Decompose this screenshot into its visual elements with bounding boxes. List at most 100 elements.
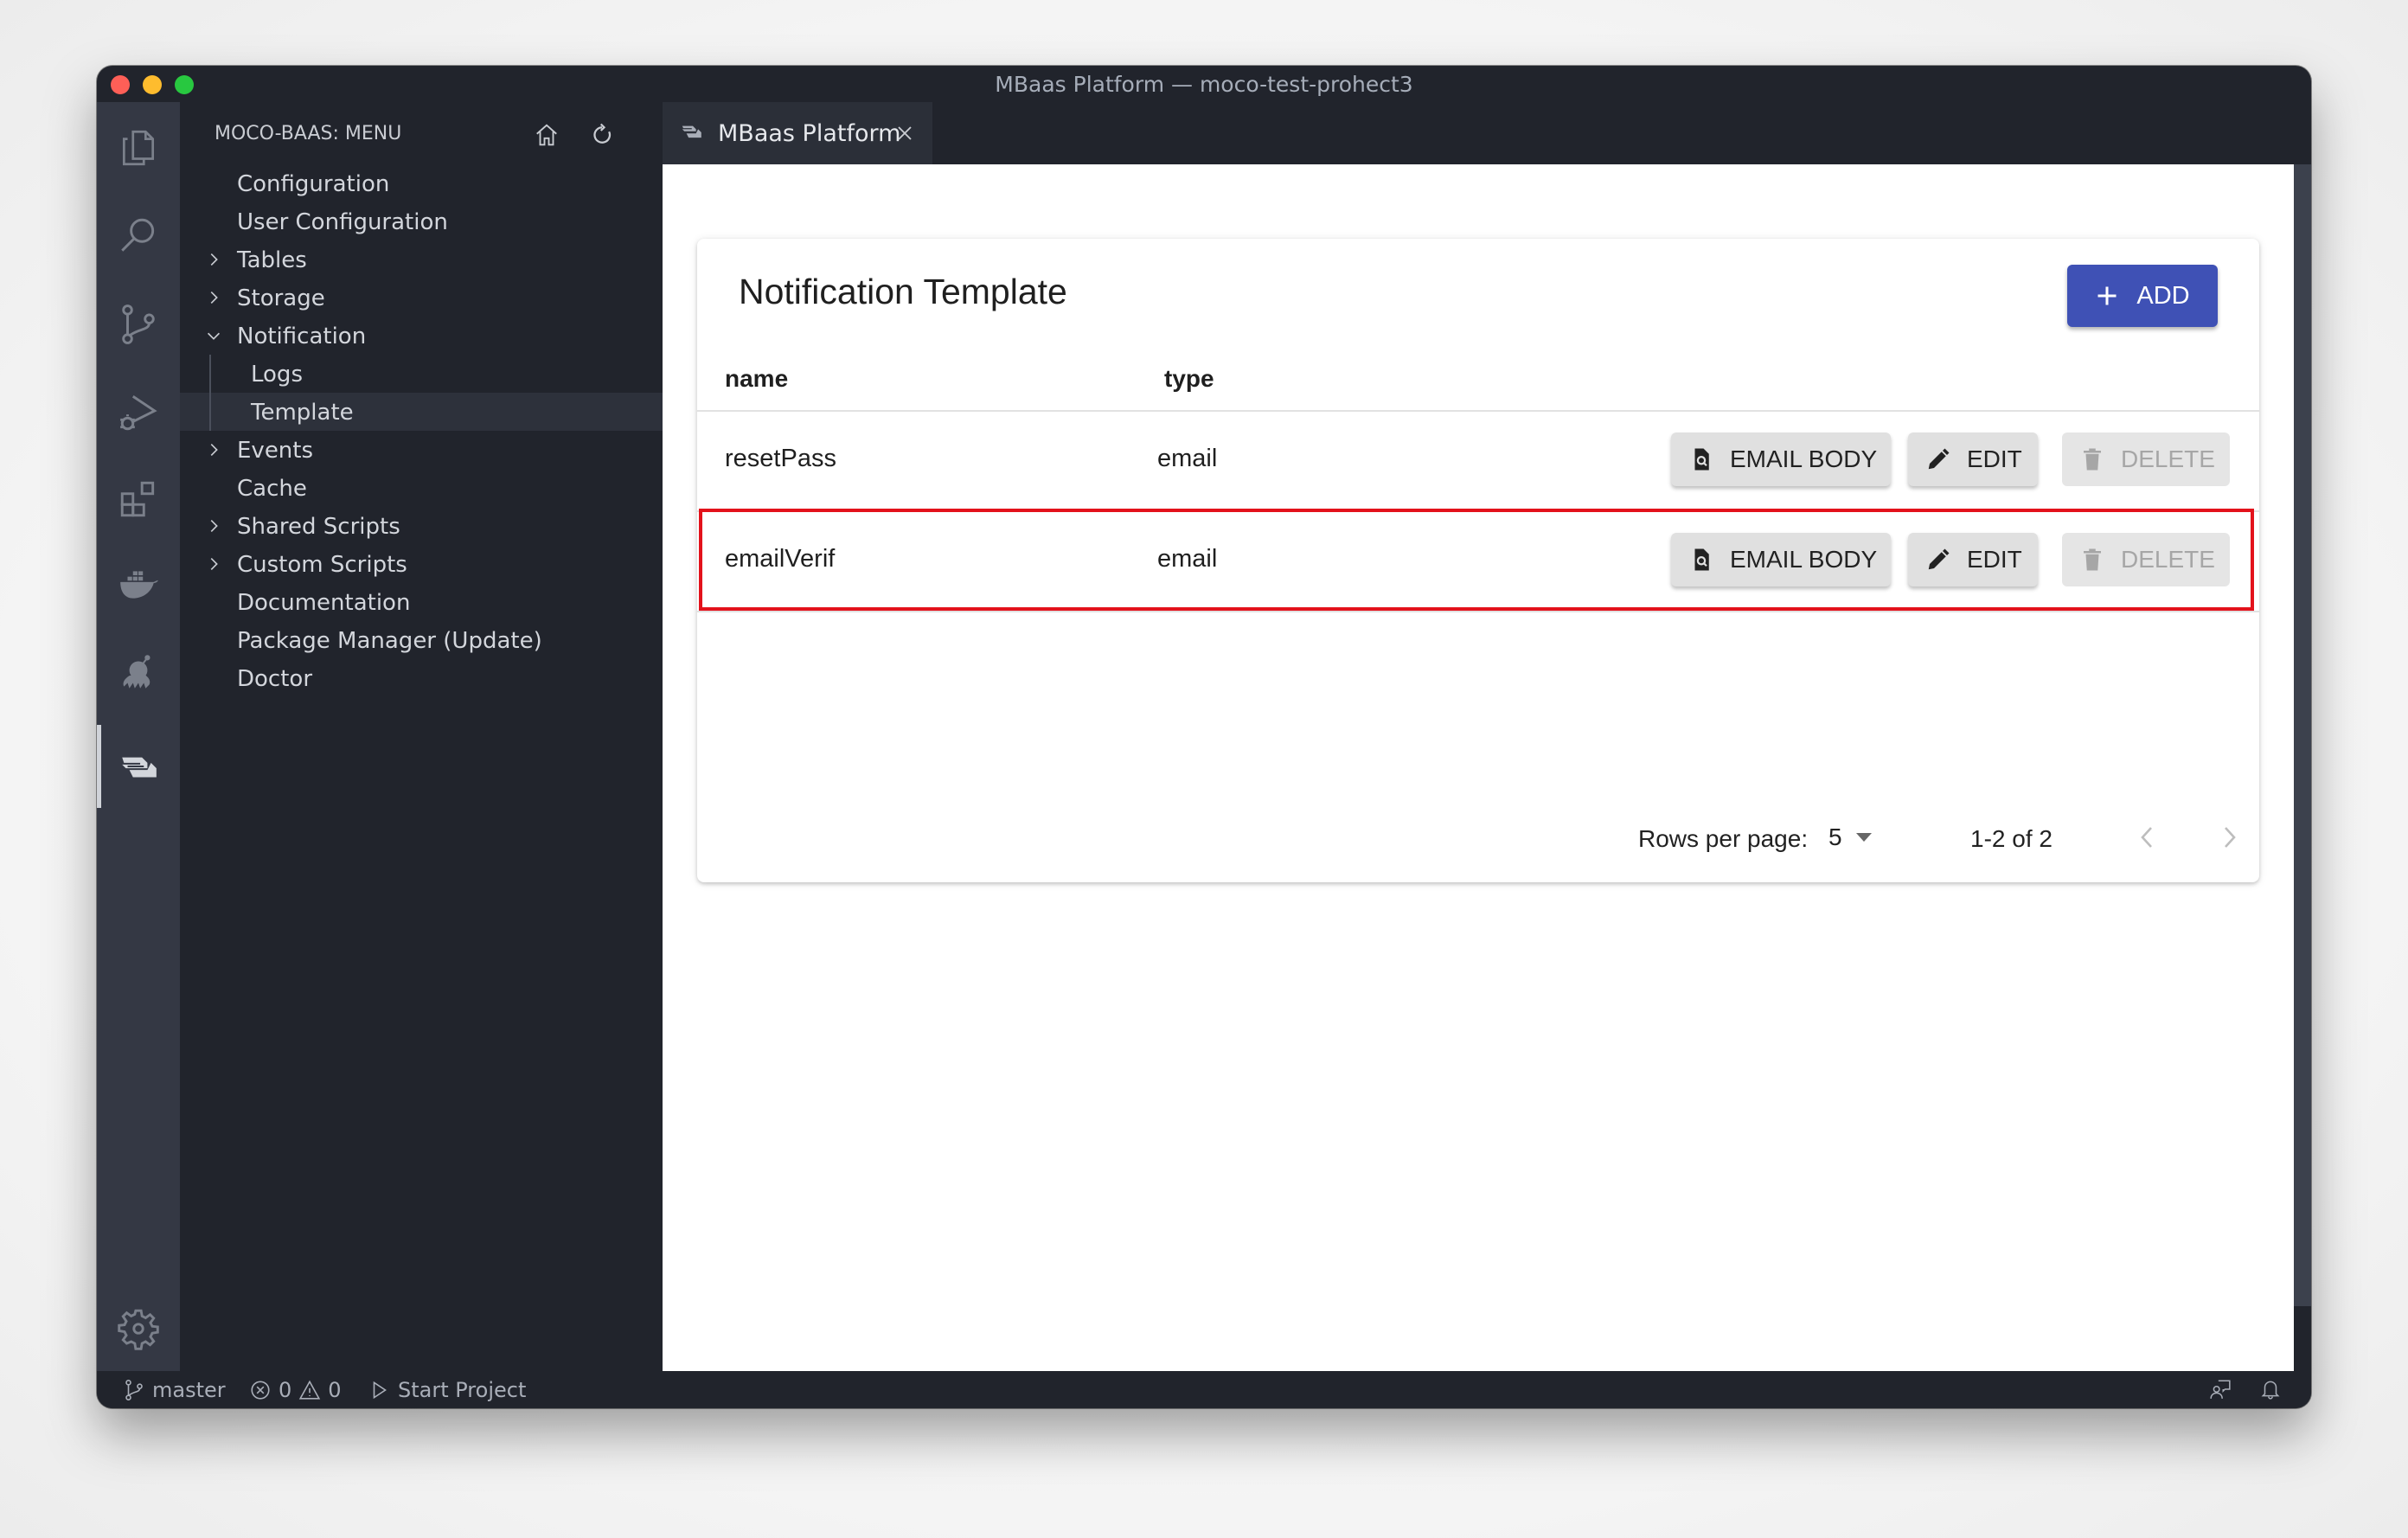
delete-label: DELETE (2121, 546, 2215, 573)
sidebar-item-label: Custom Scripts (237, 552, 407, 578)
email-body-label: EMAIL BODY (1730, 546, 1878, 573)
sidebar-item-label: User Configuration (237, 209, 448, 235)
chevron-right-icon[interactable] (204, 516, 223, 535)
email-body-label: EMAIL BODY (1730, 445, 1878, 472)
feedback-icon[interactable] (2209, 1378, 2232, 1400)
octopus-icon[interactable] (97, 633, 180, 711)
chevron-right-icon[interactable] (204, 288, 223, 307)
sidebar-item-label: Tables (237, 247, 307, 273)
error-count: 0 (279, 1378, 292, 1402)
menu-tree: Configuration User Configuration Tables Sto… (180, 164, 663, 697)
trash-icon (2084, 548, 2101, 571)
delete-button[interactable]: DELETE (2062, 533, 2230, 586)
add-button[interactable]: ADD (2067, 265, 2218, 327)
sidebar-item-label: Shared Scripts (237, 514, 400, 540)
find-in-page-icon (1694, 548, 1709, 571)
run-debug-icon[interactable] (97, 374, 180, 452)
start-project-label: Start Project (398, 1378, 527, 1402)
sidebar-item-logs[interactable]: Logs (180, 355, 663, 393)
sidebar: MOCO-BAAS: MENU Configuration User Config… (180, 102, 663, 1371)
sidebar-title: MOCO-BAAS: MENU (215, 123, 402, 144)
mbaas-icon[interactable] (97, 727, 180, 805)
sidebar-item-label: Logs (251, 362, 303, 388)
error-icon (251, 1381, 270, 1400)
add-button-label: ADD (2136, 281, 2190, 310)
edit-label: EDIT (1967, 546, 2022, 573)
source-control-icon[interactable] (97, 285, 180, 363)
tab-mbaas-platform[interactable]: MBaas Platform (663, 102, 932, 164)
sidebar-item-package-manager-update[interactable]: Package Manager (Update) (180, 621, 663, 659)
indent-guide (209, 393, 211, 431)
branch-name: master (152, 1378, 226, 1402)
git-branch-status[interactable]: master (123, 1378, 226, 1402)
docker-icon[interactable] (97, 545, 180, 623)
cell-type: email (1157, 545, 1218, 573)
warning-count: 0 (328, 1378, 342, 1402)
chevron-right-icon[interactable] (204, 554, 223, 574)
sidebar-item-configuration[interactable]: Configuration (180, 164, 663, 202)
sidebar-item-template[interactable]: Template (180, 393, 663, 431)
plus-icon (2097, 286, 2117, 305)
home-icon[interactable] (529, 118, 564, 152)
table-row: resetPass email EMAIL BODY EDIT DELETE (697, 410, 2259, 512)
previous-page-button[interactable] (2129, 820, 2164, 855)
table-header: name type (697, 339, 2259, 412)
next-page-button[interactable] (2213, 820, 2247, 855)
sidebar-item-shared-scripts[interactable]: Shared Scripts (180, 507, 663, 545)
edit-button[interactable]: EDIT (1908, 433, 2038, 486)
sidebar-item-label: Doctor (237, 666, 313, 692)
sidebar-item-tables[interactable]: Tables (180, 240, 663, 279)
sidebar-item-notification[interactable]: Notification (180, 317, 663, 355)
sidebar-item-label: Events (237, 438, 314, 464)
delete-button[interactable]: DELETE (2062, 433, 2230, 486)
table-pagination: Rows per page: 5 1-2 of 2 (697, 792, 2259, 882)
mbaas-tab-icon (682, 125, 701, 138)
indent-guide (209, 355, 211, 393)
table-row: emailVerif email EMAIL BODY EDIT DELETE (697, 510, 2259, 612)
chevron-down-icon[interactable] (204, 326, 223, 345)
notifications-bell-icon[interactable] (2259, 1378, 2282, 1400)
sidebar-item-custom-scripts[interactable]: Custom Scripts (180, 545, 663, 583)
rows-per-page-select[interactable]: 5 (1828, 817, 1873, 858)
settings-gear-icon[interactable] (97, 1290, 180, 1368)
sidebar-item-label: Template (251, 400, 354, 426)
sidebar-item-doctor[interactable]: Doctor (180, 659, 663, 697)
email-body-button[interactable]: EMAIL BODY (1671, 433, 1891, 486)
delete-label: DELETE (2121, 445, 2215, 472)
pencil-icon (1928, 448, 1950, 470)
sidebar-item-label: Package Manager (Update) (237, 628, 542, 654)
tab-close-icon[interactable] (893, 121, 917, 145)
sidebar-item-user-configuration[interactable]: User Configuration (180, 202, 663, 240)
sidebar-item-label: Storage (237, 285, 325, 311)
cell-name: resetPass (725, 445, 836, 472)
problems-status[interactable]: 0 0 (249, 1378, 342, 1402)
play-icon (373, 1381, 387, 1400)
window-title: MBaas Platform — moco-test-prohect3 (995, 72, 1413, 97)
chevron-right-icon[interactable] (204, 250, 223, 269)
sidebar-item-documentation[interactable]: Documentation (180, 583, 663, 621)
start-project-button[interactable]: Start Project (368, 1378, 526, 1402)
search-icon[interactable] (97, 197, 180, 275)
sidebar-item-label: Notification (237, 324, 367, 349)
trash-icon (2084, 448, 2101, 471)
card-title: Notification Template (739, 272, 1067, 311)
editor-area: Notification Template ADD name type rese… (663, 164, 2294, 1371)
extensions-icon[interactable] (97, 460, 180, 538)
email-body-button[interactable]: EMAIL BODY (1671, 533, 1891, 586)
sidebar-header: MOCO-BAAS: MENU (180, 102, 663, 164)
app-window: MBaas Platform — moco-test-prohect3 MOCO… (97, 66, 2311, 1408)
chevron-right-icon[interactable] (204, 440, 223, 459)
tab-bar: MBaas Platform (663, 102, 2311, 164)
chevron-left-icon (2141, 827, 2152, 848)
explorer-icon[interactable] (97, 109, 180, 187)
edit-button[interactable]: EDIT (1908, 533, 2038, 586)
rows-per-page-value: 5 (1828, 823, 1842, 850)
warning-icon (299, 1380, 321, 1400)
sidebar-item-cache[interactable]: Cache (180, 469, 663, 507)
editor-scrollbar-thumb[interactable] (2294, 164, 2311, 1306)
rows-per-page-label: Rows per page: (1638, 825, 1809, 852)
column-header-name: name (725, 365, 789, 392)
sidebar-item-storage[interactable]: Storage (180, 279, 663, 317)
sidebar-item-events[interactable]: Events (180, 431, 663, 469)
refresh-icon[interactable] (585, 118, 619, 152)
